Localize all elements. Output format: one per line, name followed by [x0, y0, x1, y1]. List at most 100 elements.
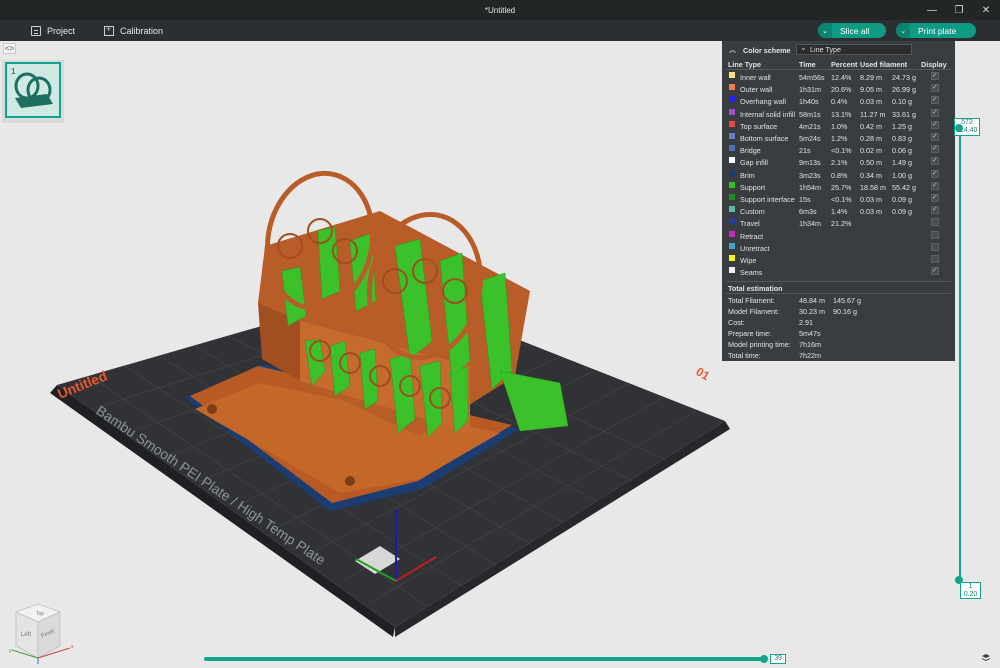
display-checkbox[interactable] — [931, 131, 939, 143]
line-type-time: 9m13s — [799, 158, 821, 168]
display-checkbox[interactable] — [931, 218, 939, 227]
line-type-row: Retract — [722, 230, 955, 243]
line-type-length: 9.05 m — [860, 85, 882, 95]
window-title: *Untitled — [484, 5, 516, 15]
display-checkbox[interactable] — [931, 242, 939, 251]
line-type-length: 0.03 m — [860, 207, 882, 217]
color-scheme-select[interactable]: Line Type — [796, 43, 912, 55]
line-type-row: Unretract — [722, 242, 955, 255]
color-swatch — [729, 157, 735, 164]
display-checkbox[interactable] — [931, 107, 939, 119]
bottom-layer-number: 1 — [968, 583, 973, 590]
display-checkbox[interactable] — [931, 192, 939, 204]
navigation-cube[interactable]: Top Left Front x y — [8, 600, 78, 666]
move-slider-value: 39 — [770, 654, 786, 664]
total-label: Model Filament: — [728, 306, 780, 316]
svg-text:y: y — [9, 648, 12, 654]
display-checkbox[interactable] — [931, 255, 939, 263]
line-type-percent: 1.0% — [831, 121, 848, 131]
line-type-length: 11.27 m — [860, 109, 886, 119]
line-type-row: Brim 3m23s 0.8% 0.34 m 1.00 g — [722, 168, 955, 182]
chevron-down-icon[interactable]: ⌄ — [896, 23, 910, 38]
color-swatch — [729, 133, 735, 139]
line-type-weight: 0.83 g — [892, 134, 912, 143]
total-value-weight: 145.67 g — [833, 296, 861, 305]
line-type-time: 1h31m — [799, 85, 821, 95]
line-type-length: 0.42 m — [860, 121, 882, 131]
line-type-length: 0.28 m — [860, 134, 882, 143]
display-checkbox[interactable] — [931, 265, 939, 277]
display-checkbox[interactable] — [931, 155, 939, 167]
total-row: Model printing time: 7h16m — [722, 339, 955, 350]
color-swatch — [729, 230, 735, 237]
display-checkbox[interactable] — [931, 180, 939, 192]
display-checkbox[interactable] — [931, 94, 939, 106]
maximize-icon[interactable]: ❐ — [953, 5, 965, 16]
line-type-name: Support interface — [740, 195, 795, 204]
color-swatch — [729, 267, 735, 274]
project-icon — [31, 25, 41, 36]
line-type-name: Bridge — [740, 146, 761, 156]
close-icon[interactable]: ✕ — [980, 5, 992, 16]
total-label: Total time: — [728, 350, 761, 360]
total-label: Cost: — [728, 317, 745, 327]
project-label: Project — [47, 25, 76, 36]
print-plate-button[interactable]: ⌄ Print plate — [896, 23, 976, 38]
move-slider-handle[interactable] — [760, 655, 768, 663]
line-type-percent: 12.4% — [831, 73, 852, 82]
move-slider-track[interactable] — [204, 657, 766, 661]
line-type-name: Gap infill — [740, 158, 768, 168]
calibration-menu[interactable]: Calibration — [104, 20, 163, 41]
total-value: 2.91 — [799, 317, 813, 327]
display-checkbox[interactable] — [931, 119, 939, 131]
line-type-row: Travel 1h34m 21.2% — [722, 218, 955, 230]
layers-icon[interactable] — [981, 653, 991, 663]
line-type-weight: 0.10 g — [892, 97, 912, 107]
color-swatch — [729, 145, 735, 152]
line-type-name: Bottom surface — [740, 134, 789, 143]
color-swatch — [729, 181, 735, 188]
total-row: Prepare time: 5m47s — [722, 328, 955, 339]
total-value: 5m47s — [799, 328, 821, 338]
line-type-row: Wipe — [722, 255, 955, 267]
line-type-time: 6m3s — [799, 207, 817, 217]
display-checkbox[interactable] — [931, 70, 939, 82]
print-plate-label: Print plate — [918, 25, 957, 36]
line-type-weight: 0.06 g — [892, 146, 912, 156]
layer-slider-bottom-label: 1 0.20 — [960, 582, 981, 599]
color-swatch — [729, 84, 735, 91]
line-type-percent: 25.7% — [831, 182, 852, 192]
header-display: Display — [921, 60, 947, 69]
line-type-name: Internal solid infill — [740, 109, 796, 119]
plate-thumbnail[interactable]: 1 — [5, 62, 61, 118]
layer-slider-track[interactable] — [959, 128, 961, 580]
line-type-row: Gap infill 9m13s 2.1% 0.50 m 1.49 g — [722, 155, 955, 169]
line-type-weight: 0.09 g — [892, 195, 912, 204]
slice-all-button[interactable]: ⌄ Slice all — [818, 23, 886, 38]
line-type-name: Travel — [740, 219, 760, 229]
title-bar: *Untitled — ❐ ✕ — [0, 0, 1000, 20]
layer-slider-top-handle[interactable] — [955, 124, 963, 132]
total-label: Total Filament: — [728, 296, 775, 305]
project-menu[interactable]: Project — [31, 20, 75, 41]
line-type-time: 3m23s — [799, 170, 821, 180]
line-type-length: 0.03 m — [860, 97, 882, 107]
plate-thumbnail-image — [14, 72, 53, 108]
display-checkbox[interactable] — [931, 82, 939, 94]
color-swatch — [729, 194, 735, 200]
calibration-label: Calibration — [120, 25, 164, 36]
display-checkbox[interactable] — [931, 204, 939, 216]
display-checkbox[interactable] — [931, 168, 939, 180]
color-swatch — [729, 242, 735, 249]
line-type-time: 1h40s — [799, 97, 819, 107]
plate-thumbnail-panel: 1 — [2, 60, 64, 123]
collapse-icon[interactable]: ︽ — [729, 45, 736, 55]
total-value-weight: 90.16 g — [833, 306, 857, 316]
chevron-down-icon[interactable]: ⌄ — [818, 23, 832, 38]
display-checkbox[interactable] — [931, 143, 939, 155]
line-type-weight: 1.00 g — [892, 170, 912, 180]
display-checkbox[interactable] — [931, 230, 939, 239]
sidebar-toggle-button[interactable]: <> — [3, 43, 16, 54]
minimize-icon[interactable]: — — [926, 5, 938, 16]
line-type-percent: <0.1% — [831, 195, 852, 204]
